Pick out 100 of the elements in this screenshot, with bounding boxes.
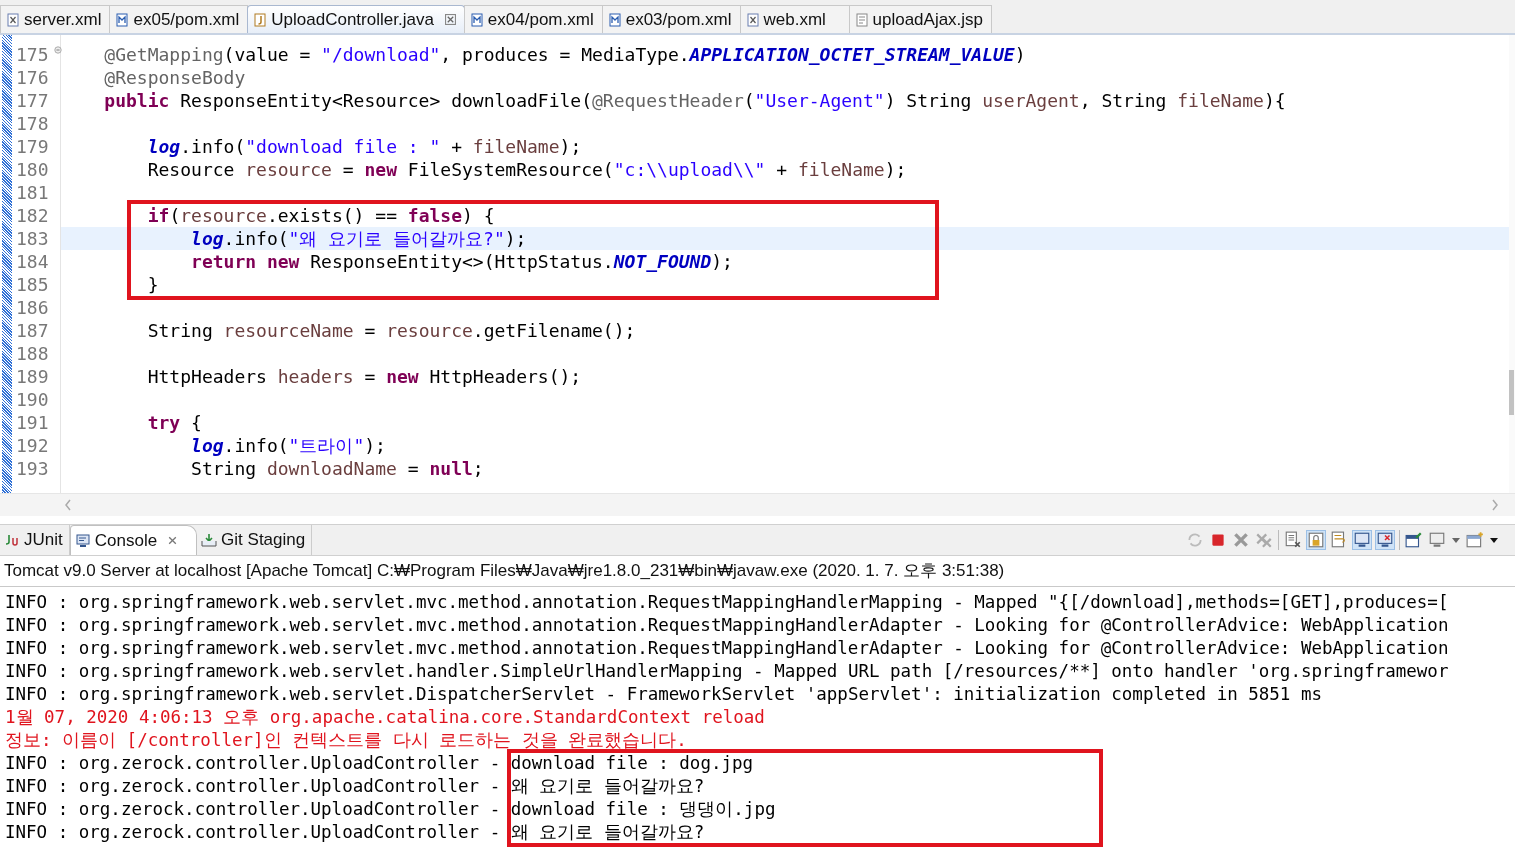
code-token: ResponseEntity<>(HttpStatus.: [309, 251, 614, 272]
code-token: =: [341, 159, 355, 180]
line-number: 179: [15, 135, 49, 158]
view-tab[interactable]: JUnit: [0, 525, 70, 555]
remove-all-icon[interactable]: [1255, 531, 1273, 549]
line-number: 175: [15, 43, 49, 66]
code-token: try: [146, 412, 181, 433]
monitor-icon[interactable]: [1353, 531, 1371, 549]
code-token: );: [504, 228, 527, 249]
log-source: INFO : org.zerock.controller.UploadController -: [5, 799, 502, 819]
code-token: );: [364, 435, 386, 456]
close-icon[interactable]: [167, 535, 179, 546]
log-source: INFO : org.springframework.web.servlet.mvc.method.annotation.RequestMappingHandlerAdapter -: [5, 615, 965, 635]
code-token: headers: [277, 366, 354, 387]
log-source: INFO : org.zerock.controller.UploadController -: [5, 753, 502, 773]
stop-icon[interactable]: [1209, 531, 1227, 549]
code-token: .info(: [180, 136, 246, 157]
pin-icon[interactable]: [1405, 531, 1423, 549]
code-token: =: [363, 366, 377, 387]
code-token: HttpHeaders: [146, 366, 268, 387]
code-token: resource: [386, 320, 473, 341]
code-token: ) String: [884, 90, 973, 111]
code-token: +: [775, 159, 789, 180]
code-token: );: [711, 251, 733, 272]
log-source: INFO : org.zerock.controller.UploadController -: [5, 822, 502, 842]
monitor-icon[interactable]: [1428, 531, 1446, 549]
maven-file-icon: [116, 12, 129, 27]
log-message: 왜 요기로 들어갈까요?: [510, 822, 705, 842]
vertical-scrollbar[interactable]: [1509, 35, 1515, 493]
code-token: if: [146, 205, 170, 226]
code-token: (: [169, 205, 181, 226]
line-number: 189: [15, 365, 49, 388]
line-number: 180: [15, 158, 49, 181]
code-token: HttpHeaders();: [428, 366, 582, 387]
log-message: org.apache.catalina.core.StandardContext reload: [269, 707, 765, 727]
code-token: ): [1014, 44, 1026, 65]
fold-icon[interactable]: [54, 46, 62, 54]
line-number: 177: [15, 89, 49, 112]
code-token: {: [190, 412, 202, 433]
remove-icon[interactable]: [1232, 531, 1250, 549]
editor-tab[interactable]: UploadController.java: [247, 5, 465, 33]
code-token: null: [429, 458, 473, 479]
log-source: INFO : org.springframework.web.servlet.handler.SimpleUrlHandlerMapping -: [5, 661, 765, 681]
xml-file-icon: [746, 12, 759, 27]
code-token: .info(: [223, 435, 289, 456]
log-source: 1월 07, 2020 4:06:13 오후: [5, 707, 261, 727]
code-token: ) {: [462, 205, 495, 226]
tray-icon: [201, 533, 218, 547]
code-token: resource: [180, 205, 267, 226]
line-number: 183: [15, 227, 49, 250]
code-token: =: [406, 458, 420, 479]
code-token: downloadName: [266, 458, 397, 479]
code-token: "왜 요기로 들어갈까요?": [288, 228, 505, 249]
line-number: 193: [15, 457, 49, 480]
editor-tab[interactable]: server.xml: [0, 5, 111, 33]
editor-tab[interactable]: ex04/pom.xml: [463, 5, 603, 33]
line-number: 176: [15, 66, 49, 89]
view-tab[interactable]: Git Staging: [197, 525, 313, 555]
code-token: NOT_FOUND: [613, 251, 712, 272]
code-token: FileSystemResource(: [406, 159, 614, 180]
code-token: , String: [1079, 90, 1168, 111]
xml-file-icon: [7, 12, 19, 27]
scroll-left-icon[interactable]: [64, 499, 72, 511]
code-token: return: [190, 251, 257, 272]
line-number: 190: [15, 388, 49, 411]
log-source: 정보: 이름이: [5, 730, 118, 750]
close-icon[interactable]: [444, 14, 456, 25]
scroll-lock-icon[interactable]: [1307, 531, 1325, 549]
log-message: 왜 요기로 들어갈까요?: [510, 776, 705, 796]
code-token: );: [559, 136, 582, 157]
console-title: Tomcat v9.0 Server at localhost [Apache Tomcat] C:₩Program Files₩Java₩jre1.8.0_231₩bin₩javaw.exe (2020. 1. 7. 오후 3:51:38): [0, 556, 1515, 587]
log-message: Mapped URL path [/resources/**] onto handler 'org.springframewor: [774, 661, 1449, 681]
code-token: log: [190, 228, 224, 249]
code-token: fileName: [797, 159, 885, 180]
code-token: ){: [1263, 90, 1286, 111]
line-number: 186: [15, 296, 49, 319]
maven-file-icon: [608, 12, 621, 27]
java-file-icon: [254, 12, 267, 27]
code-token: public: [103, 90, 170, 111]
code-token: fileName: [472, 136, 560, 157]
editor-tab[interactable]: uploadAjax.jsp: [848, 5, 993, 33]
code-token: "download file : ": [245, 136, 441, 157]
junit-icon: [4, 533, 20, 547]
log-source: INFO : org.springframework.web.servlet.mvc.method.annotation.RequestMappingHandlerAdapter -: [5, 638, 965, 658]
line-number: 178: [15, 112, 49, 135]
code-token: }: [146, 274, 159, 295]
new-window-icon[interactable]: [1466, 531, 1484, 549]
clear-console-icon[interactable]: [1284, 531, 1302, 549]
line-number: 192: [15, 434, 49, 457]
code-token: ResponseEntity<Resource> downloadFile(: [179, 90, 592, 111]
view-tab[interactable]: Console: [69, 525, 198, 555]
monitor-icon[interactable]: [1376, 531, 1394, 549]
scroll-right-icon[interactable]: [1491, 499, 1499, 511]
word-wrap-icon[interactable]: [1330, 531, 1348, 549]
code-token: resourceName: [223, 320, 354, 341]
line-number: 188: [15, 342, 49, 365]
code-token: new: [364, 159, 397, 180]
code-token: Resource: [146, 159, 236, 180]
code-token: String: [190, 458, 258, 479]
horizontal-scrollbar[interactable]: [0, 493, 1515, 516]
